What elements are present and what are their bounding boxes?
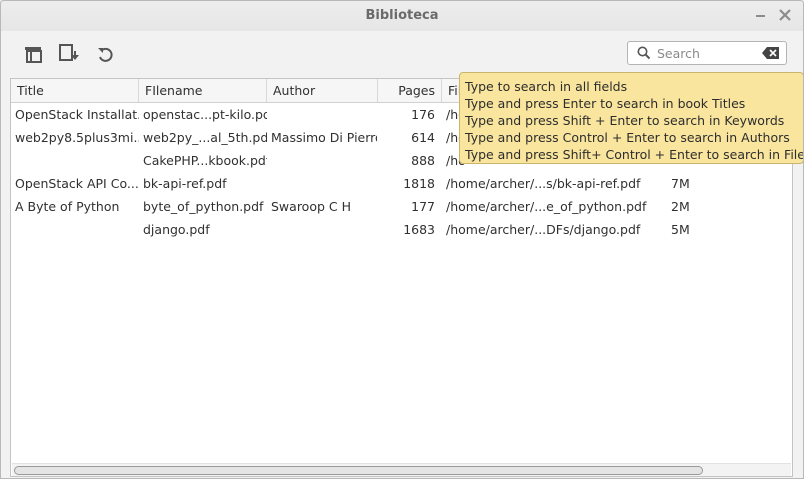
close-button[interactable] xyxy=(777,7,793,23)
tooltip-line: Type and press Shift+ Control + Enter to… xyxy=(465,147,804,162)
clear-icon[interactable] xyxy=(762,46,780,60)
cell-title xyxy=(15,149,139,172)
column-header-filename[interactable]: FIlename xyxy=(139,79,267,102)
title-bar: Biblioteca xyxy=(1,1,803,31)
import-icon xyxy=(59,44,79,61)
cell-author xyxy=(271,172,377,195)
cell-pages: 1818 xyxy=(403,176,435,191)
column-header-pages[interactable]: Pages xyxy=(378,79,442,102)
cell-filename: openstac...pt-kilo.pdf xyxy=(143,107,267,122)
close-icon xyxy=(779,9,791,21)
cell-author: Swaroop C H xyxy=(271,199,351,214)
cell-pages: 614 xyxy=(411,130,435,145)
tooltip-line: Type and press Enter to search in book T… xyxy=(465,96,746,111)
search-icon xyxy=(637,46,651,60)
column-header-title[interactable]: Title xyxy=(11,79,139,102)
window-title: Biblioteca xyxy=(365,8,439,23)
cell-pages: 888 xyxy=(411,153,435,168)
table-row[interactable]: django.pdf 1683 /home/archer/...DFs/djan… xyxy=(11,218,792,241)
cell-filename: bk-api-ref.pdf xyxy=(143,176,227,191)
cell-filename: byte_of_python.pdf xyxy=(143,199,264,214)
cell-title: A Byte of Python xyxy=(15,199,120,214)
table-row[interactable]: OpenStack API Co... bk-api-ref.pdf 1818 … xyxy=(11,172,792,195)
cell-filename: CakePHP...kbook.pdf xyxy=(143,153,267,168)
minimize-button[interactable] xyxy=(753,7,769,23)
app-window: Biblioteca Search Title FIlename Author … xyxy=(0,0,804,479)
cell-pages: 176 xyxy=(411,107,435,122)
cell-size: 2M xyxy=(671,199,690,214)
cell-size: 7M xyxy=(671,176,690,191)
table-row[interactable]: A Byte of Python byte_of_python.pdf Swar… xyxy=(11,195,792,218)
refresh-button[interactable] xyxy=(95,43,117,65)
cell-filepath: /home/archer/...e_of_python.pdf xyxy=(446,199,647,214)
horizontal-scrollbar[interactable] xyxy=(12,463,791,476)
refresh-icon xyxy=(98,47,113,62)
library-button[interactable] xyxy=(23,43,45,65)
search-input[interactable] xyxy=(657,44,757,62)
cell-filepath: /home/archer/...s/bk-api-ref.pdf xyxy=(446,176,641,191)
cell-size: 5M xyxy=(671,222,690,237)
import-button[interactable] xyxy=(58,43,80,65)
cell-filename: web2py_...al_5th.pdf xyxy=(143,130,267,145)
search-box[interactable] xyxy=(627,41,787,65)
cell-author xyxy=(271,103,377,126)
cell-author xyxy=(271,149,377,172)
cell-filename: django.pdf xyxy=(143,222,210,237)
cell-author: Massimo Di Pierro xyxy=(271,130,377,145)
tooltip-line: Type and press Shift + Enter to search i… xyxy=(465,113,785,128)
tooltip-line: Type and press Control + Enter to search… xyxy=(465,130,790,145)
cell-title xyxy=(15,218,139,241)
cell-author xyxy=(271,218,377,241)
cell-filepath: /home/archer/...DFs/django.pdf xyxy=(446,222,641,237)
cell-pages: 1683 xyxy=(403,222,435,237)
cell-title: OpenStack Installat... xyxy=(15,107,139,122)
search-tooltip: Type to search in all fields Type and pr… xyxy=(459,72,804,164)
tooltip-line: Type to search in all fields xyxy=(465,79,628,94)
library-icon xyxy=(25,47,42,63)
cell-title: web2py8.5plus3mi... xyxy=(15,130,139,145)
scrollbar-thumb[interactable] xyxy=(14,466,703,475)
cell-pages: 177 xyxy=(411,199,435,214)
column-header-author[interactable]: Author xyxy=(267,79,378,102)
minimize-icon xyxy=(756,15,765,17)
cell-title: OpenStack API Co... xyxy=(15,176,139,191)
